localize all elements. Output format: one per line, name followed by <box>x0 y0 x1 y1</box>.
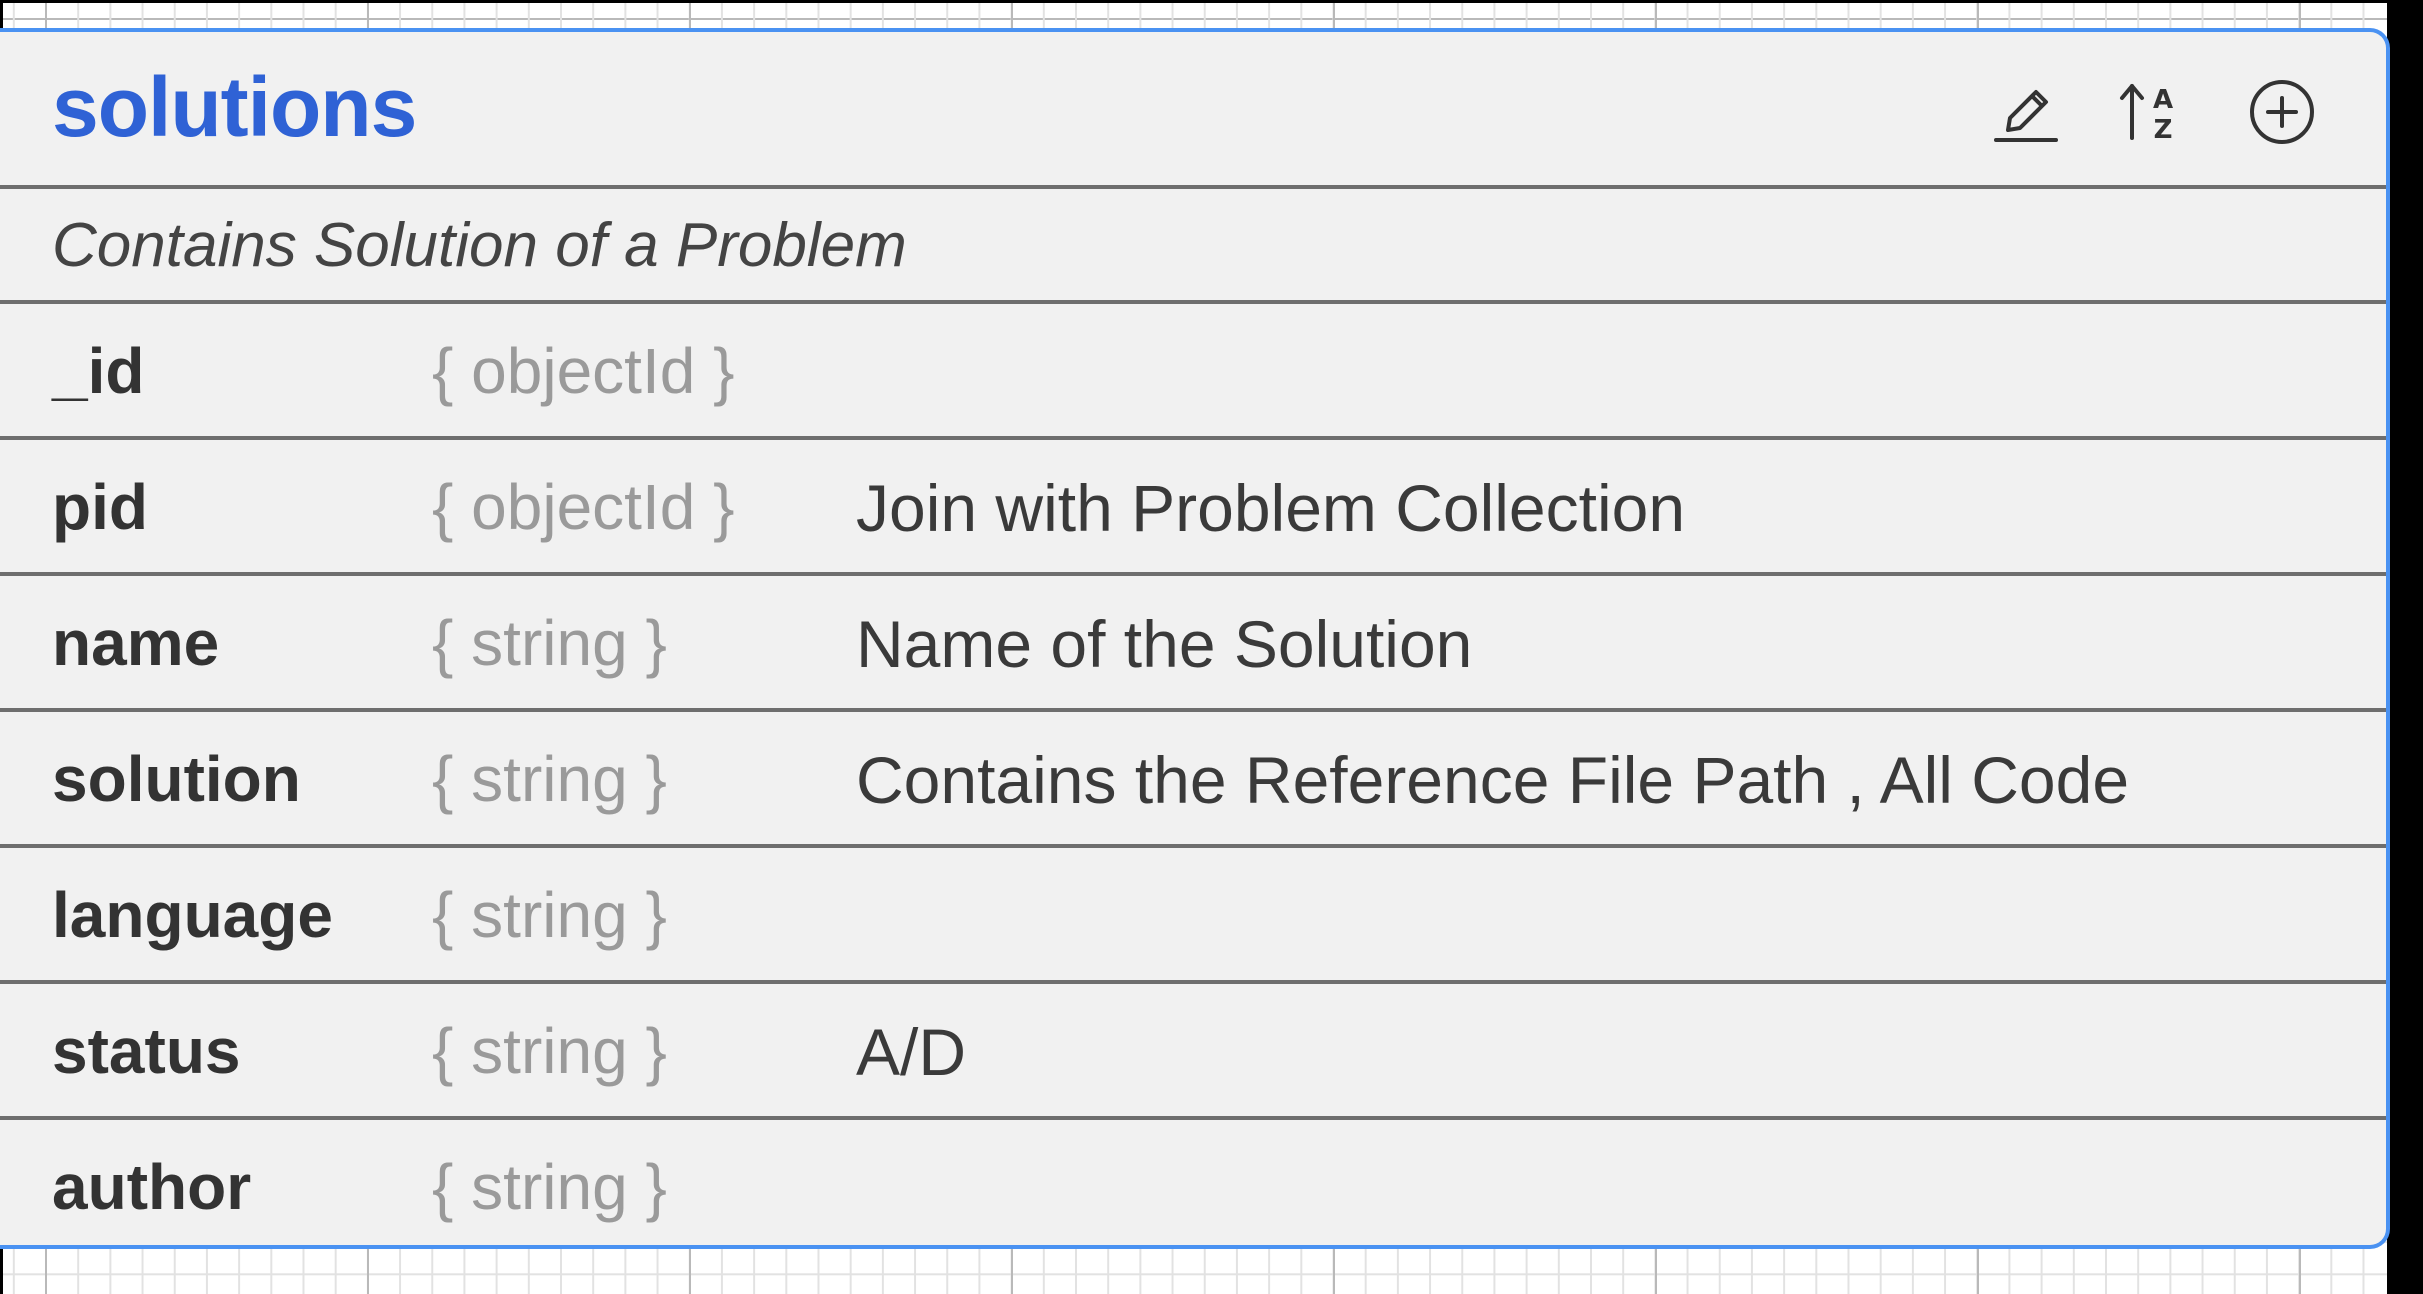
svg-text:A: A <box>2153 85 2173 115</box>
field-name: language <box>52 879 333 951</box>
frame-right-edge <box>2387 0 2423 1294</box>
field-row[interactable]: name { string } Name of the Solution <box>0 576 2386 712</box>
field-name: name <box>52 607 220 679</box>
sort-az-icon[interactable]: A Z <box>2110 72 2190 152</box>
field-description: Contains the Reference File Path , All C… <box>856 743 2130 817</box>
card-toolbar: A Z <box>1986 72 2386 152</box>
field-row[interactable]: _id { objectId } <box>0 304 2386 440</box>
field-type: { string } <box>432 879 667 951</box>
field-description: Name of the Solution <box>856 607 1473 681</box>
field-type: { string } <box>432 607 667 679</box>
collection-description[interactable]: Contains Solution of a Problem <box>52 215 907 277</box>
field-type: { objectId } <box>432 335 735 407</box>
field-row[interactable]: author { string } <box>0 1120 2386 1245</box>
add-circle-icon[interactable] <box>2242 72 2322 152</box>
field-name: status <box>52 1015 241 1087</box>
field-type: { string } <box>432 1151 667 1223</box>
svg-text:Z: Z <box>2154 115 2173 145</box>
field-row[interactable]: solution { string } Contains the Referen… <box>0 712 2386 848</box>
field-type: { objectId } <box>432 471 735 543</box>
collection-card[interactable]: solutions A Z Contains Solution of a Pro… <box>0 28 2390 1249</box>
field-type: { string } <box>432 1015 667 1087</box>
card-header: solutions A Z <box>0 32 2386 189</box>
frame-top-edge <box>0 0 2423 3</box>
field-name: _id <box>52 335 145 407</box>
collection-title[interactable]: solutions <box>52 65 417 149</box>
field-row[interactable]: status { string } A/D <box>0 984 2386 1120</box>
collection-description-row: Contains Solution of a Problem <box>0 189 2386 304</box>
field-description: Join with Problem Collection <box>856 471 1686 545</box>
field-description: A/D <box>856 1015 967 1089</box>
edit-pencil-icon[interactable] <box>1986 72 2066 152</box>
field-row[interactable]: language { string } <box>0 848 2386 984</box>
field-name: author <box>52 1151 252 1223</box>
field-name: pid <box>52 471 148 543</box>
field-row[interactable]: pid { objectId } Join with Problem Colle… <box>0 440 2386 576</box>
field-type: { string } <box>432 743 667 815</box>
field-name: solution <box>52 743 301 815</box>
